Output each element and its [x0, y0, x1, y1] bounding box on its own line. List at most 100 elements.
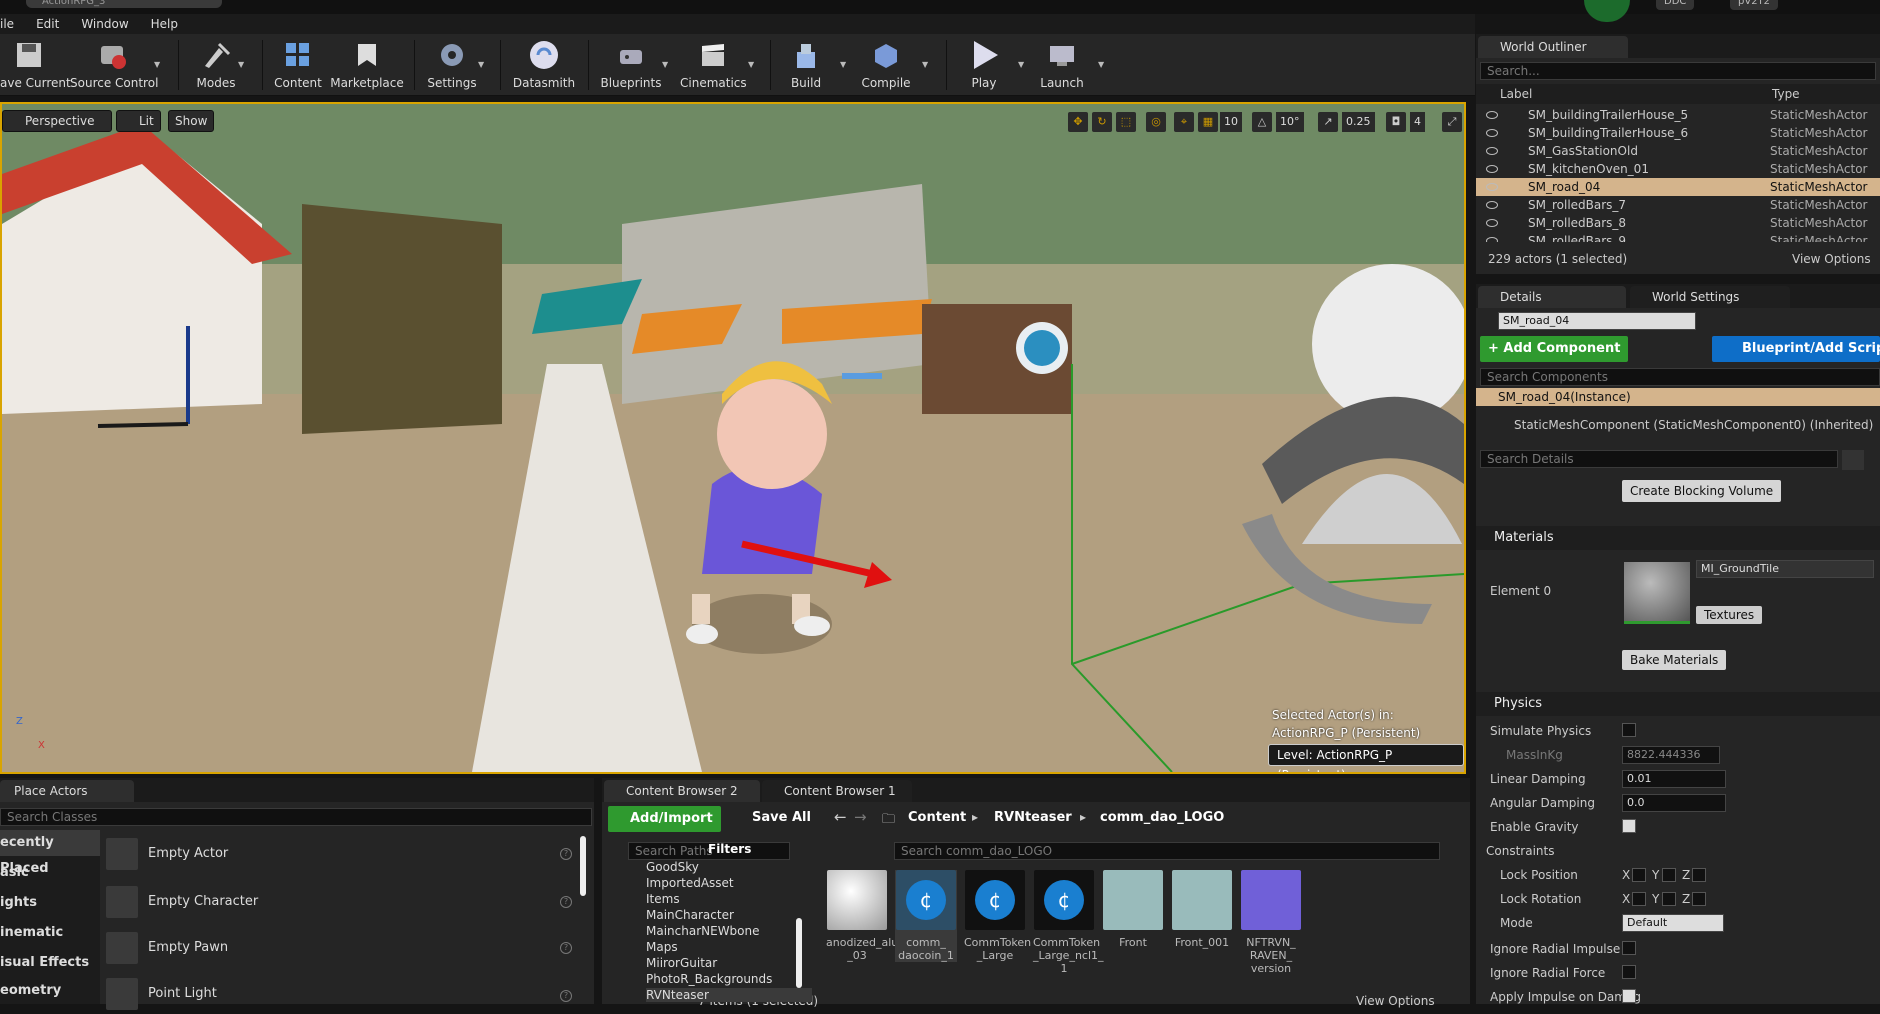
tab-content-browser-2[interactable]: Content Browser 2	[604, 780, 760, 802]
visibility-eye-icon[interactable]	[1486, 147, 1498, 155]
property-matrix-icon[interactable]	[1842, 450, 1864, 470]
outliner-row[interactable]: SM_kitchenOven_01 StaticMeshActor	[1476, 160, 1880, 178]
point-light-item[interactable]: Point Light	[104, 974, 217, 1014]
search-components-input[interactable]: Search Components	[1480, 368, 1880, 386]
help-icon[interactable]: ?	[560, 848, 572, 860]
tab-details[interactable]: Details	[1478, 286, 1626, 308]
empty-pawn-item[interactable]: Empty Pawn	[104, 928, 228, 968]
folder-tree-item[interactable]: Items	[646, 892, 680, 906]
source-control-button[interactable]: Source Control	[70, 36, 158, 94]
save-current-button[interactable]: ave Current	[0, 36, 71, 94]
ignore-radial-force-checkbox[interactable]	[1622, 965, 1636, 979]
outliner-row[interactable]: SM_rolledBars_9 StaticMeshActor	[1476, 232, 1880, 242]
simulate-physics-checkbox[interactable]	[1622, 723, 1636, 737]
play-dropdown[interactable]: ▼	[1018, 60, 1024, 69]
menu-help[interactable]: Help	[151, 17, 178, 31]
help-icon[interactable]: ?	[560, 990, 572, 1002]
mass-field[interactable]: 8822.444336	[1622, 746, 1720, 764]
add-component-button[interactable]: + Add Component	[1480, 336, 1629, 362]
datasmith-button[interactable]: Datasmith	[512, 36, 576, 94]
lock-position-y-checkbox[interactable]	[1662, 868, 1676, 882]
menu-window[interactable]: Window	[81, 17, 128, 31]
modes-button[interactable]: Modes	[190, 36, 242, 94]
folder-tree-item[interactable]: RVNteaser	[646, 988, 812, 1002]
blueprint-add-script-button[interactable]: Blueprint/Add Script	[1712, 336, 1880, 362]
physics-section-header[interactable]: Physics	[1476, 692, 1880, 716]
forward-arrow-icon[interactable]: →	[854, 808, 867, 826]
category-basic[interactable]: asic	[0, 860, 100, 886]
textures-dropdown[interactable]: Textures	[1696, 606, 1763, 624]
visibility-eye-icon[interactable]	[1486, 111, 1498, 119]
scale-snap-value[interactable]: 0.25	[1342, 112, 1375, 132]
cinematics-dropdown[interactable]: ▼	[748, 60, 754, 69]
visibility-eye-icon[interactable]	[1486, 219, 1498, 227]
asset-tile[interactable]: anodized_alu _03	[826, 870, 898, 962]
maximize-icon[interactable]: ⤢	[1442, 112, 1462, 132]
source-control-dropdown[interactable]: ▼	[154, 60, 160, 69]
build-button[interactable]: Build	[782, 36, 830, 94]
mode-dropdown[interactable]: Default	[1622, 914, 1724, 932]
grid-snap-icon[interactable]: ▦	[1198, 112, 1218, 132]
settings-dropdown[interactable]: ▼	[478, 60, 484, 69]
category-visual-effects[interactable]: isual Effects	[0, 950, 100, 976]
folder-tree-item[interactable]: GoodSky	[646, 860, 699, 874]
actor-name-field[interactable]: SM_road_04	[1498, 312, 1696, 330]
apply-impulse-checkbox[interactable]	[1622, 989, 1636, 1003]
category-recently-placed[interactable]: ecently Placed	[0, 830, 100, 876]
help-icon[interactable]: ?	[560, 942, 572, 954]
visibility-eye-icon[interactable]	[1486, 201, 1498, 209]
rotate-icon[interactable]: ↻	[1092, 112, 1112, 132]
folder-tree-item[interactable]: MaincharNEWbone	[646, 924, 760, 938]
asset-tile[interactable]: ¢ comm_ daocoin_1	[895, 870, 957, 962]
category-lights[interactable]: ights	[0, 890, 100, 916]
marketplace-button[interactable]: Marketplace	[330, 36, 404, 94]
launch-button[interactable]: Launch	[1036, 36, 1088, 94]
folder-tree-item[interactable]: PhotoR_Backgrounds	[646, 972, 772, 986]
tab-content-browser-1[interactable]: Content Browser 1	[762, 780, 912, 802]
outliner-row[interactable]: SM_GasStationOld StaticMeshActor	[1476, 142, 1880, 160]
search-details-input[interactable]: Search Details	[1480, 450, 1838, 468]
folder-tree-item[interactable]: MiirorGuitar	[646, 956, 717, 970]
outliner-row[interactable]: SM_rolledBars_7 StaticMeshActor	[1476, 196, 1880, 214]
translate-icon[interactable]: ✥	[1068, 112, 1088, 132]
constraints-group[interactable]: Constraints	[1486, 844, 1554, 858]
outliner-search-input[interactable]: Search...	[1480, 62, 1876, 80]
folder-tree-item[interactable]: MainCharacter	[646, 908, 734, 922]
ignore-radial-impulse-checkbox[interactable]	[1622, 941, 1636, 955]
linear-damping-field[interactable]: 0.01	[1622, 770, 1726, 788]
save-all-button[interactable]: Save All	[732, 810, 811, 825]
label-column-header[interactable]: Label	[1500, 87, 1532, 101]
enable-gravity-checkbox[interactable]	[1622, 819, 1636, 833]
asset-tile[interactable]: Front	[1102, 870, 1164, 949]
surface-snap-icon[interactable]: ⌖	[1174, 112, 1194, 132]
compile-dropdown[interactable]: ▼	[922, 60, 928, 69]
instance-row[interactable]: SM_road_04(Instance)	[1476, 388, 1880, 406]
bake-materials-button[interactable]: Bake Materials	[1622, 650, 1727, 670]
help-icon[interactable]: ?	[560, 896, 572, 908]
settings-button[interactable]: Settings	[426, 36, 478, 94]
modes-dropdown[interactable]: ▼	[238, 60, 244, 69]
create-blocking-volume-button[interactable]: Create Blocking Volume	[1622, 480, 1782, 502]
visibility-eye-icon[interactable]	[1486, 165, 1498, 173]
visibility-eye-icon[interactable]	[1486, 129, 1498, 137]
perspective-button[interactable]: Perspective	[2, 110, 112, 132]
rotation-snap-icon[interactable]: △	[1252, 112, 1272, 132]
material-dropdown[interactable]: MI_GroundTile	[1696, 560, 1874, 578]
lit-button[interactable]: Lit	[116, 110, 161, 132]
lock-rotation-x-checkbox[interactable]	[1632, 892, 1646, 906]
materials-section-header[interactable]: Materials	[1476, 526, 1880, 550]
static-mesh-component-row[interactable]: StaticMeshComponent (StaticMeshComponent…	[1514, 418, 1873, 432]
level-viewport[interactable]: Perspective Lit Show ✥ ↻ ⬚ ◎ ⌖ ▦ 10 △ 10…	[0, 102, 1466, 774]
back-arrow-icon[interactable]: ←	[834, 808, 847, 826]
category-cinematic[interactable]: inematic	[0, 920, 100, 946]
outliner-row[interactable]: SM_road_04 StaticMeshActor	[1476, 178, 1880, 196]
filters-button[interactable]: Filters	[690, 842, 786, 856]
camera-speed-icon[interactable]: ◘	[1386, 112, 1406, 132]
menu-file[interactable]: ile	[0, 17, 14, 31]
empty-actor-item[interactable]: Empty Actor	[104, 834, 228, 874]
world-local-icon[interactable]: ◎	[1146, 112, 1166, 132]
add-import-button[interactable]: Add/Import	[608, 806, 721, 832]
cinematics-button[interactable]: Cinematics	[680, 36, 747, 94]
outliner-row[interactable]: SM_buildingTrailerHouse_6 StaticMeshActor	[1476, 124, 1880, 142]
compile-button[interactable]: Compile	[858, 36, 914, 94]
